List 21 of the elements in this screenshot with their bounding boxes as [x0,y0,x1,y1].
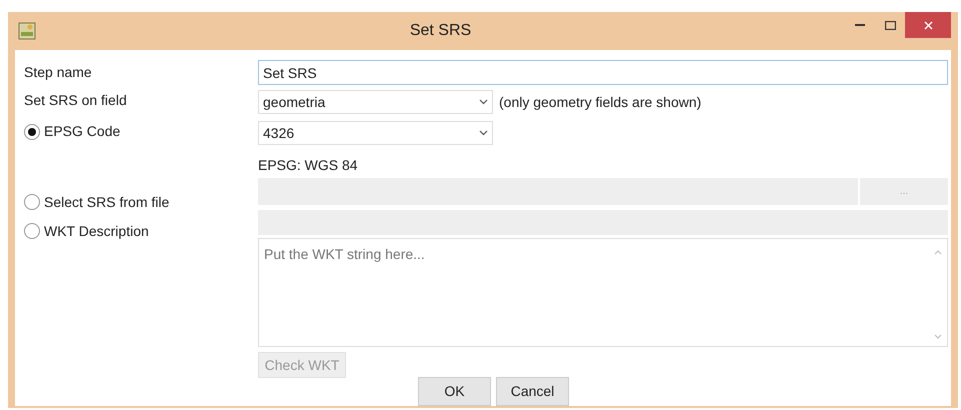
scroll-down-icon[interactable] [934,334,942,339]
radio-option[interactable]: WKT Description [24,219,149,243]
dialog-button[interactable]: Cancel [496,377,569,406]
field-label: Step name [24,63,93,82]
window-title: Set SRS [408,21,472,41]
field-dropdown[interactable]: geometria [258,90,493,114]
close-icon [924,20,932,30]
chevron-down-icon [479,130,488,136]
minimize-icon [855,24,865,26]
hint-text: (only geometry fields are shown) [499,92,702,112]
radio-option[interactable]: Select SRS from file [24,190,170,214]
scroll-up-icon[interactable] [934,250,942,255]
chevron-down-icon [479,99,488,105]
maximize-icon [884,20,896,30]
step-name-field[interactable]: Set SRS [258,60,948,85]
radio-option[interactable]: EPSG Code [24,120,120,144]
epsg-description: EPSG: WGS 84 [258,156,358,174]
dialog-button[interactable]: OK [418,377,491,406]
field-label: Set SRS on field [24,91,128,110]
epsg-dropdown[interactable]: 4326 [258,121,493,145]
app-icon [18,22,36,40]
